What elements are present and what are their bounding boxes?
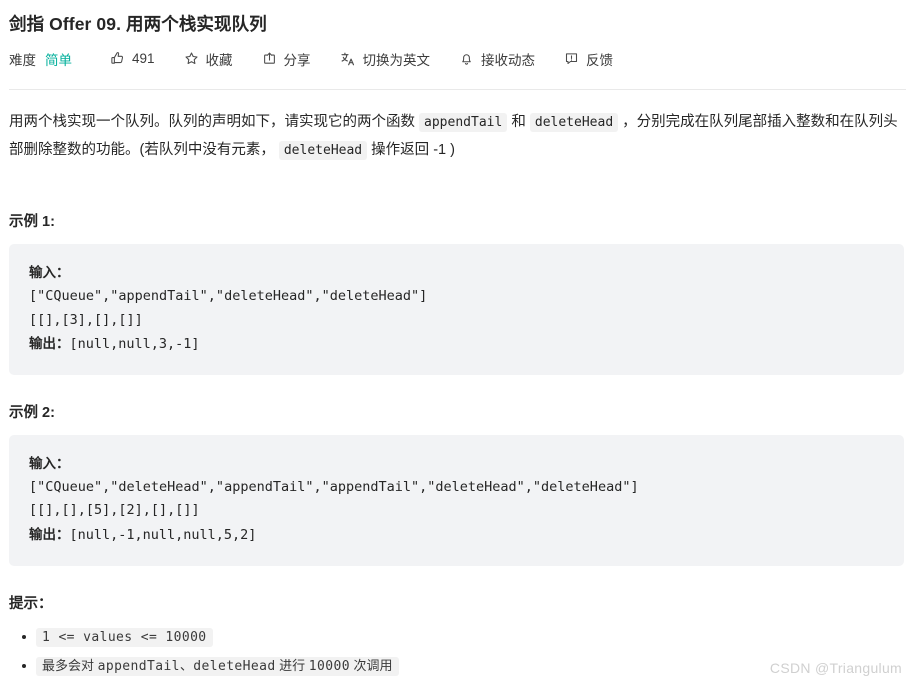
description-part-2: 和: [507, 113, 530, 130]
inline-code-delete-head-2: deleteHead: [278, 140, 368, 160]
example-2-output-value: [null,-1,null,null,5,2]: [69, 526, 257, 543]
example-2-output-label: 输出：: [29, 526, 70, 542]
hint-2-segment-3: 进行: [275, 657, 309, 673]
thumbs-up-icon: [110, 51, 125, 66]
example-2-input-line-1: ["CQueue","deleteHead","appendTail","app…: [29, 479, 639, 496]
difficulty-group: 难度 简单: [9, 49, 72, 69]
hint-1-code: 1 <= values <= 10000: [36, 627, 213, 647]
inline-code-delete-head: deleteHead: [529, 112, 619, 132]
favorite-button[interactable]: 收藏: [184, 49, 233, 69]
example-1-heading: 示例 1:: [9, 214, 55, 231]
description-part-4: 操作返回 -1 ): [367, 141, 455, 158]
difficulty-value: 简单: [45, 52, 72, 68]
hint-2-segment-4: 10000: [308, 658, 350, 674]
example-2-input-label: 输入：: [29, 456, 70, 472]
example-2-code-block: 输入： ["CQueue","deleteHead","appendTail",…: [9, 435, 904, 566]
share-icon: [262, 51, 277, 66]
example-2-input-line-2: [[],[],[5],[2],[],[]]: [29, 502, 200, 519]
problem-page: 剑指 Offer 09. 用两个栈实现队列 难度 简单 491 收藏 分享 切换…: [0, 0, 916, 686]
translate-icon: [340, 51, 356, 67]
share-button[interactable]: 分享: [262, 49, 311, 69]
like-count: 491: [132, 51, 155, 67]
description-part-1: 用两个栈实现一个队列。队列的声明如下，请实现它的两个函数: [9, 113, 420, 130]
like-button[interactable]: 491: [110, 51, 155, 66]
hints-heading: 提示：: [9, 595, 53, 612]
subscribe-button[interactable]: 接收动态: [459, 49, 535, 69]
translate-label: 切换为英文: [362, 52, 431, 68]
watermark: CSDN @Triangulum: [769, 660, 902, 676]
difficulty-label: 难度: [9, 52, 36, 68]
list-item: 1 <= values <= 10000: [22, 626, 916, 649]
favorite-label: 收藏: [205, 52, 233, 68]
subscribe-label: 接收动态: [481, 52, 536, 68]
inline-code-append-tail: appendTail: [419, 112, 508, 132]
feedback-label: 反馈: [586, 52, 614, 68]
example-1-input-line-1: ["CQueue","appendTail","deleteHead","del…: [29, 288, 428, 305]
hint-2-segment-1: 最多会对: [42, 657, 98, 673]
example-1-output-value: [null,null,3,-1]: [69, 335, 200, 352]
toolbar: 难度 简单 491 收藏 分享 切换为英文 接收动态 反馈: [0, 37, 916, 69]
example-1-code-block: 输入： ["CQueue","appendTail","deleteHead",…: [9, 244, 904, 376]
example-1-input-label: 输入：: [29, 265, 70, 281]
problem-description: 用两个栈实现一个队列。队列的声明如下，请实现它的两个函数 appendTail …: [0, 90, 916, 165]
feedback-icon: [564, 51, 579, 66]
hint-2-code: 最多会对 appendTail、deleteHead 进行 10000 次调用: [36, 656, 399, 676]
bell-icon: [459, 51, 474, 66]
page-title: 剑指 Offer 09. 用两个栈实现队列: [9, 14, 267, 34]
hint-2-segment-5: 次调用: [349, 657, 393, 673]
hint-2-segment-2: appendTail、deleteHead: [97, 658, 276, 674]
star-icon: [184, 51, 199, 66]
example-1-output-label: 输出：: [29, 335, 70, 351]
example-2-heading: 示例 2:: [9, 405, 55, 422]
example-1-input-line-2: [[],[3],[],[]]: [29, 311, 143, 328]
feedback-button[interactable]: 反馈: [564, 49, 613, 69]
share-label: 分享: [283, 52, 311, 68]
translate-button[interactable]: 切换为英文: [340, 49, 431, 69]
